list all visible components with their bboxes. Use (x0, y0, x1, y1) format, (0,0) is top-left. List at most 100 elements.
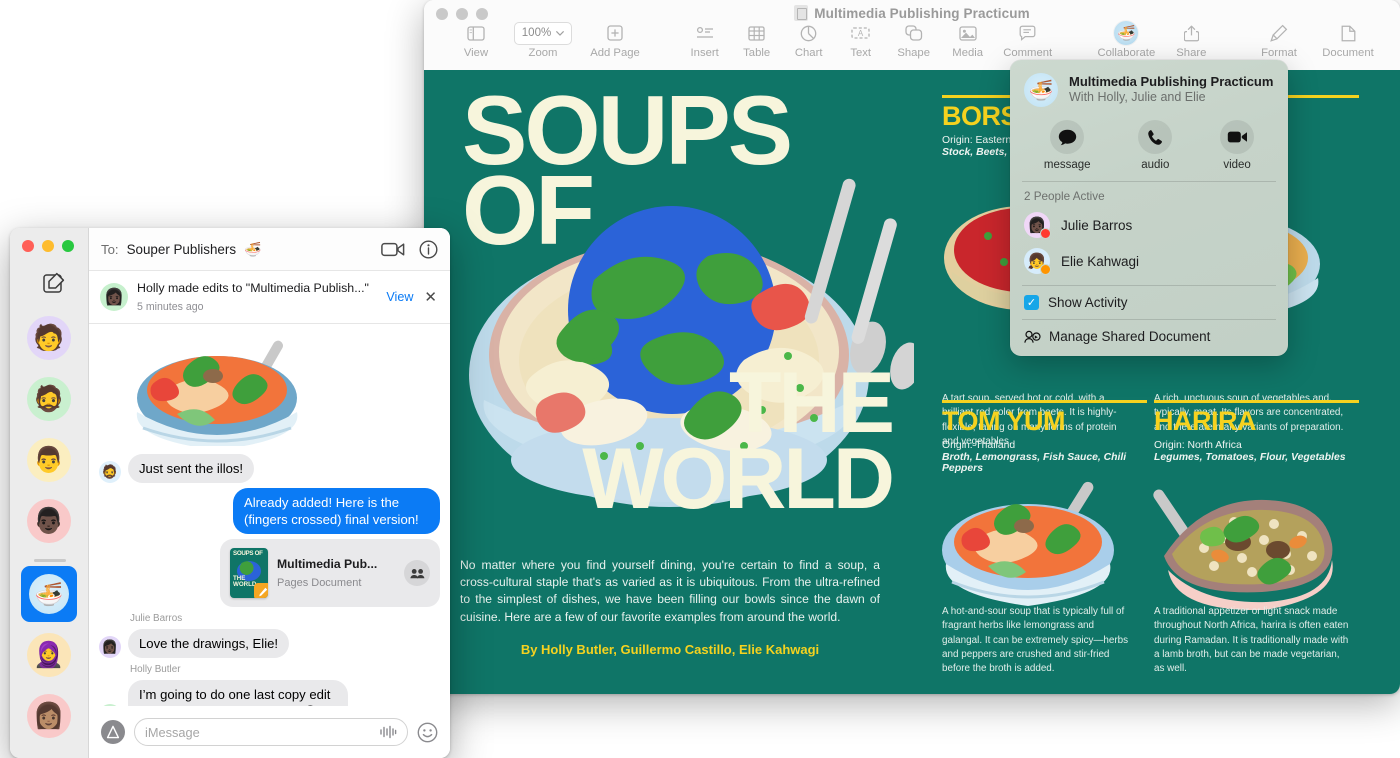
toolbar-insert-button[interactable]: Insert (679, 22, 731, 59)
poster-title-lower: THE WORLD (462, 366, 892, 517)
chart-icon (800, 22, 817, 44)
message-action-label: message (1044, 159, 1091, 171)
toolbar-format-label: Format (1261, 47, 1297, 59)
info-icon[interactable] (419, 240, 438, 259)
toolbar-comment-button[interactable]: Comment (995, 22, 1061, 59)
messages-header: To: Souper Publishers 🍜 (89, 228, 450, 271)
show-activity-checkbox[interactable]: ✓ Show Activity (1010, 286, 1288, 319)
avatar: 👩🏿 (1024, 212, 1050, 238)
recipient-name[interactable]: Souper Publishers (127, 242, 236, 257)
message-row-incoming: 🧔 Just sent the illos! (99, 454, 440, 483)
toolbar-media-button[interactable]: Media (941, 22, 995, 59)
audio-action-label: audio (1141, 159, 1169, 171)
message-bubble[interactable]: I’m going to do one last copy edit and t… (128, 680, 348, 706)
attachment-subtitle: Pages Document (277, 577, 361, 589)
toolbar-shape-button[interactable]: Shape (887, 22, 941, 59)
messages-window: 🧑 🧔 👨 👨🏿 🍜 🧕 👩🏽 To: Souper Publishers 🍜 … (10, 228, 450, 758)
chevron-down-icon (556, 31, 564, 36)
emoji-smiley-icon[interactable] (417, 722, 438, 743)
sidebar-avatar-4[interactable]: 👨🏿 (27, 499, 71, 543)
compose-new-message-button[interactable] (43, 272, 65, 294)
message-action-button[interactable]: message (1044, 120, 1091, 171)
harira-illustration (1142, 470, 1352, 610)
soup-entry-tom-yum: TOM YUM Origin: Thailand Broth, Lemongra… (942, 400, 1147, 474)
toolbar-zoom-label: Zoom (529, 47, 558, 59)
messages-sidebar: 🧑 🧔 👨 👨🏿 🍜 🧕 👩🏽 (10, 228, 89, 758)
sidebar-avatar-2[interactable]: 🧔 (27, 377, 71, 421)
audio-action-button[interactable]: audio (1138, 120, 1172, 171)
toolbar-format-button[interactable]: Format (1248, 22, 1310, 59)
format-brush-icon (1270, 22, 1288, 44)
message-bubble[interactable]: Already added! Here is the (fingers cros… (233, 488, 440, 534)
attachment-card[interactable]: SOUPS OF THE WORLD Multimedia Pub... Pag… (220, 539, 440, 607)
zoom-value-box[interactable]: 100% (514, 22, 572, 44)
person-row-julie[interactable]: 👩🏿 Julie Barros (1010, 207, 1288, 243)
thumbnail-title: SOUPS OF (233, 551, 263, 557)
zoom-value: 100% (522, 27, 551, 39)
message-sender-name: Julie Barros (130, 613, 440, 624)
soup-origin: Origin: North Africa (1154, 440, 1359, 451)
messages-zoom-button[interactable] (62, 240, 74, 252)
toolbar-add-page-button[interactable]: Add Page (580, 22, 650, 59)
pages-window-title: Multimedia Publishing Practicum (424, 5, 1400, 21)
message-sender-name: Holly Butler (130, 664, 440, 675)
popover-doc-title: Multimedia Publishing Practicum (1069, 74, 1273, 90)
sidebar-avatar-5[interactable]: 🧕 (27, 633, 71, 677)
soup-ingredients: Legumes, Tomatoes, Flour, Vegetables (1154, 452, 1359, 463)
message-bubble[interactable]: Just sent the illos! (128, 454, 254, 483)
sidebar-conversation-selected[interactable]: 🍜 (21, 566, 77, 622)
toolbar-share-label: Share (1176, 47, 1206, 59)
banner-timestamp: 5 minutes ago (137, 301, 204, 313)
tom-yum-illustration (932, 470, 1132, 610)
message-bubble[interactable]: Love the drawings, Elie! (128, 629, 289, 658)
message-thread[interactable]: 🧔 Just sent the illos! Already added! He… (89, 324, 450, 706)
toolbar-add-page-label: Add Page (590, 47, 640, 59)
app-store-icon[interactable] (101, 720, 125, 744)
toolbar-chart-label: Chart (795, 47, 823, 59)
sidebar-avatar-3[interactable]: 👨 (27, 438, 71, 482)
toolbar-share-button[interactable]: Share (1163, 22, 1219, 59)
toolbar-zoom-control[interactable]: 100% Zoom (506, 22, 580, 59)
person-row-elie[interactable]: 👧 Elie Kahwagi (1010, 243, 1288, 279)
document-file-icon (794, 5, 808, 21)
message-row-outgoing: Already added! Here is the (fingers cros… (99, 488, 440, 534)
sidebar-avatar-6[interactable]: 👩🏽 (27, 694, 71, 738)
banner-title: Holly made edits to "Multimedia Publish.… (137, 281, 369, 295)
shape-icon (905, 22, 923, 44)
phone-icon (1138, 120, 1172, 154)
avatar: 🍜 (29, 574, 69, 614)
audio-waveform-icon[interactable] (379, 725, 397, 739)
popover-actions: message audio video (1010, 116, 1288, 181)
facetime-video-icon[interactable] (381, 242, 405, 257)
list-item[interactable] (125, 336, 315, 446)
toolbar-chart-button[interactable]: Chart (783, 22, 835, 59)
recipient-emoji: 🍜 (244, 241, 261, 258)
messages-minimize-button[interactable] (42, 240, 54, 252)
add-page-icon (607, 22, 623, 44)
toolbar-table-button[interactable]: Table (731, 22, 783, 59)
video-action-button[interactable]: video (1220, 120, 1254, 171)
message-bubble-icon (1050, 120, 1084, 154)
sidebar-avatar-1[interactable]: 🧑 (27, 316, 71, 360)
messages-close-button[interactable] (22, 240, 34, 252)
poster-title-line-4: WORLD (462, 442, 892, 518)
toolbar-text-label: Text (850, 47, 871, 59)
banner-view-button[interactable]: View (386, 290, 413, 304)
avatar: 👧 (1024, 248, 1050, 274)
imessage-input[interactable]: iMessage (134, 718, 408, 746)
toolbar-text-button[interactable]: A Text (835, 22, 887, 59)
soup-photo (125, 336, 315, 446)
share-icon (1184, 22, 1199, 44)
avatar: 👩🏿 (99, 636, 121, 658)
collaborate-popover: 🍜 Multimedia Publishing Practicum With H… (1010, 60, 1288, 356)
edit-notification-banner[interactable]: 👩🏿 Holly made edits to "Multimedia Publi… (89, 271, 450, 324)
status-dot (1040, 228, 1051, 239)
collaborate-avatar: 🍜 (1114, 22, 1138, 44)
toolbar-insert-label: Insert (691, 47, 719, 59)
toolbar-collaborate-button[interactable]: 🍜 Collaborate (1089, 22, 1163, 59)
manage-shared-document-button[interactable]: Manage Shared Document (1010, 320, 1288, 356)
comment-icon (1019, 22, 1036, 44)
close-icon[interactable]: ✕ (422, 288, 439, 306)
toolbar-document-button[interactable]: Document (1310, 22, 1386, 59)
toolbar-view-button[interactable]: View (446, 22, 506, 59)
